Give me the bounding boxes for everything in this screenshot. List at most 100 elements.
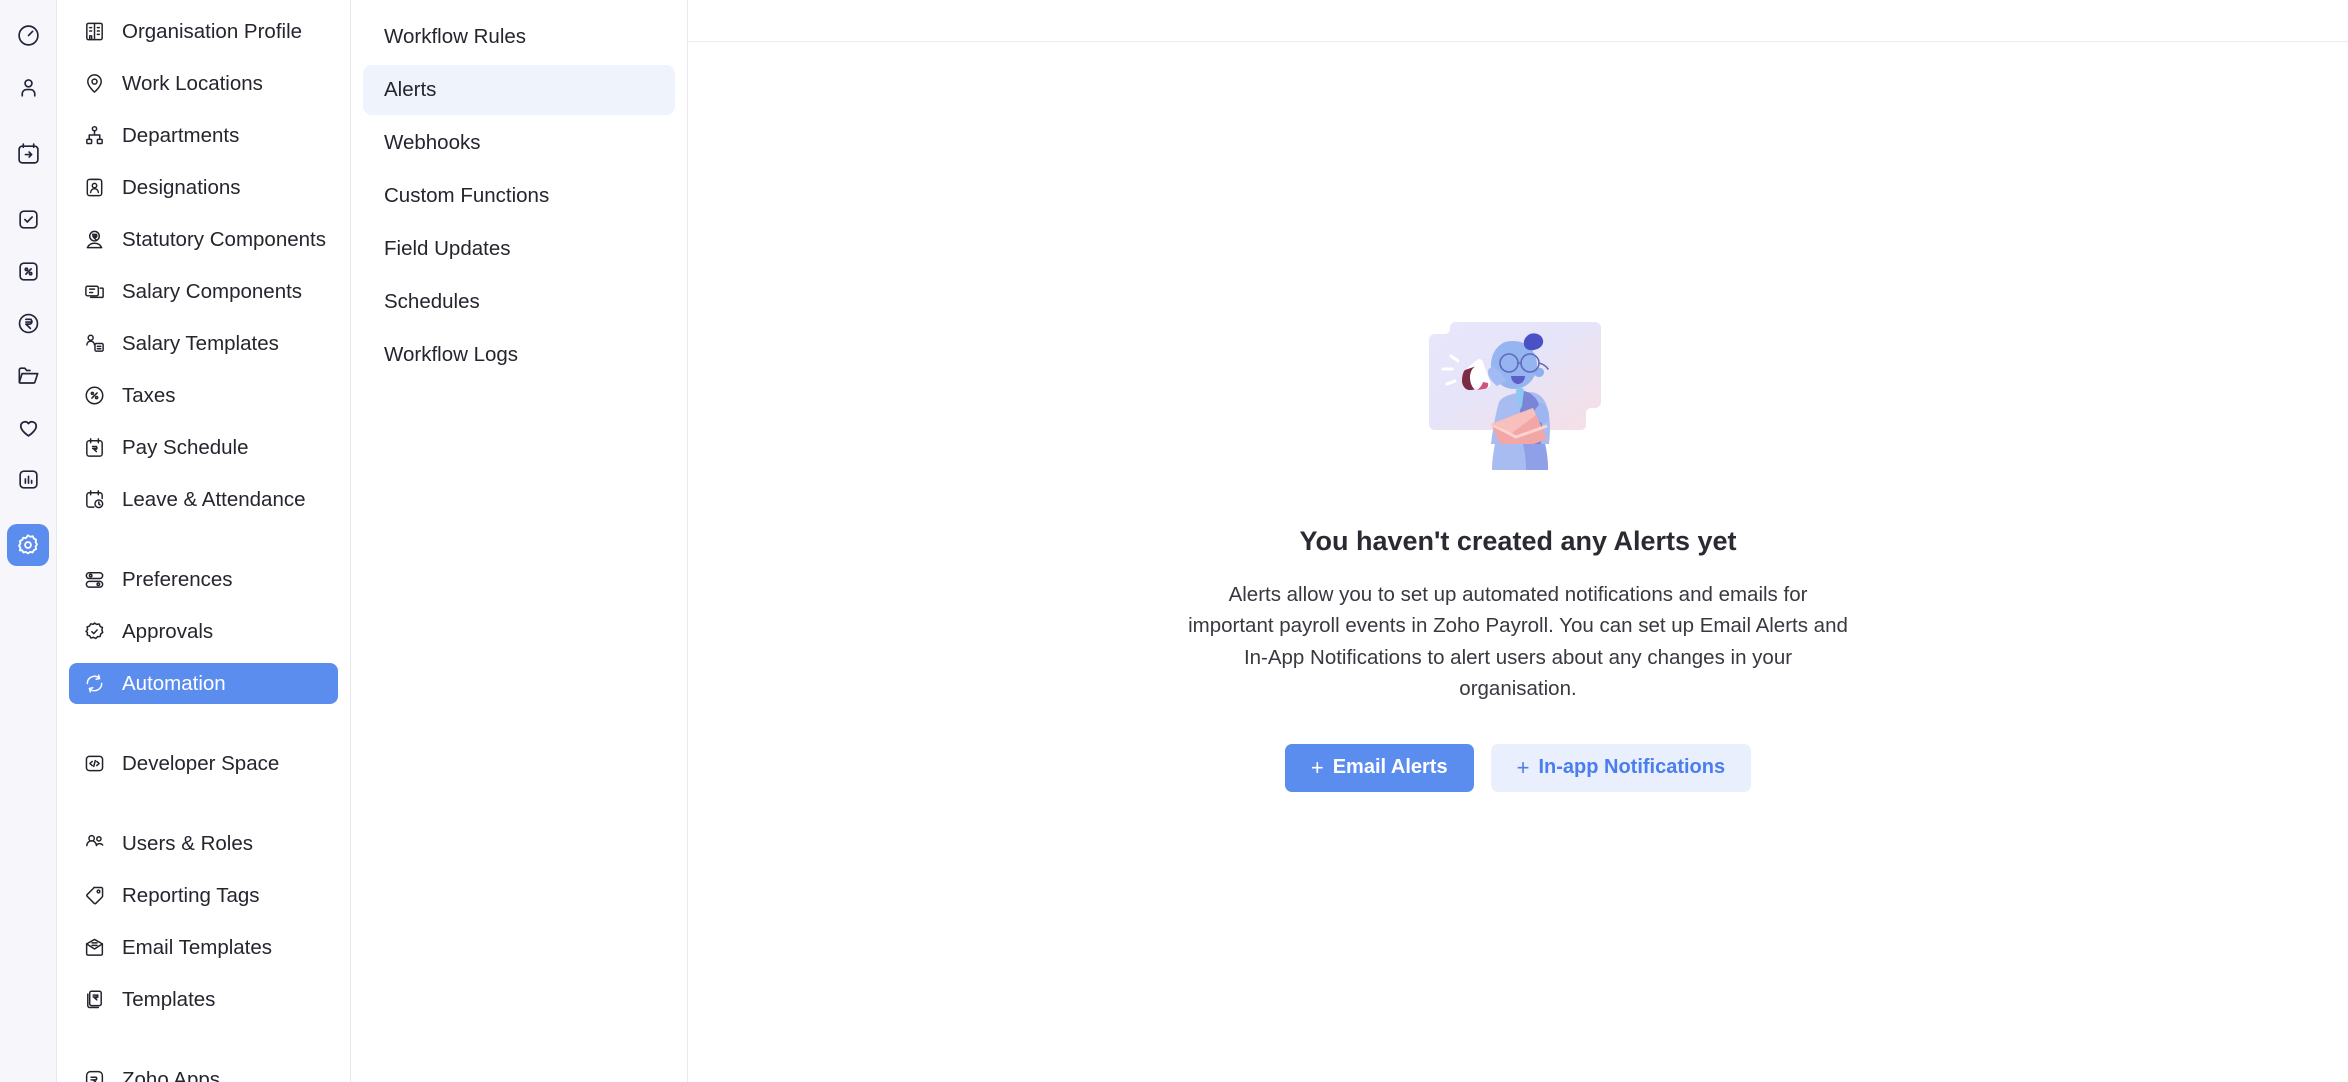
sidebar-item-templates[interactable]: Templates — [69, 979, 338, 1020]
sub-nav-item-alerts[interactable]: Alerts — [363, 65, 675, 115]
sidebar-item-label: Salary Templates — [122, 331, 279, 355]
sidebar-item-label: Reporting Tags — [122, 883, 260, 907]
sidebar-item-preferences[interactable]: Preferences — [69, 559, 338, 600]
sidebar-item-label: Organisation Profile — [122, 19, 303, 43]
calendar-clock-icon — [81, 487, 107, 513]
sidebar-item-label: Statutory Components — [122, 227, 326, 251]
sidebar-item-salary-components[interactable]: Salary Components — [69, 271, 338, 312]
sidebar-item-label: Leave & Attendance — [122, 487, 306, 511]
nav-group-divider — [57, 1031, 350, 1059]
sidebar-item-reporting-tags[interactable]: Reporting Tags — [69, 875, 338, 916]
sub-nav-item-webhooks[interactable]: Webhooks — [363, 118, 675, 168]
check-badge-icon — [81, 619, 107, 645]
map-pin-icon — [81, 71, 107, 97]
sidebar-item-label: Automation — [122, 671, 226, 695]
org-chart-icon — [81, 123, 107, 149]
sidebar-item-label: Taxes — [122, 383, 176, 407]
sub-nav-item-label: Workflow Rules — [384, 25, 527, 48]
settings-icon[interactable] — [7, 524, 49, 566]
sidebar-item-label: Email Templates — [122, 935, 273, 959]
taxes-icon[interactable] — [7, 250, 49, 292]
sidebar-item-email-templates[interactable]: Email Templates — [69, 927, 338, 968]
calendar-rupee-icon — [81, 435, 107, 461]
building-icon — [81, 19, 107, 45]
empty-state-description: Alerts allow you to set up automated not… — [1188, 583, 1848, 700]
sidebar-item-label: Templates — [122, 987, 216, 1011]
sub-nav-item-workflow-logs[interactable]: Workflow Logs — [363, 330, 675, 380]
sub-nav-item-label: Field Updates — [384, 237, 511, 260]
refresh-icon — [81, 671, 107, 697]
sidebar-item-statutory-components[interactable]: Statutory Components — [69, 219, 338, 260]
reports-icon[interactable] — [7, 458, 49, 500]
pay-runs-icon[interactable] — [7, 132, 49, 174]
sidebar-item-users-roles[interactable]: Users & Roles — [69, 823, 338, 864]
sidebar-item-departments[interactable]: Departments — [69, 115, 338, 156]
sidebar-item-label: Users & Roles — [122, 831, 254, 855]
sidebar-item-label: Zoho Apps — [122, 1067, 221, 1082]
dashboard-icon[interactable] — [7, 14, 49, 56]
main-topbar — [688, 0, 2348, 42]
sub-nav-item-field-updates[interactable]: Field Updates — [363, 224, 675, 274]
sidebar-item-label: Pay Schedule — [122, 435, 249, 459]
sidebar-item-zoho-apps[interactable]: Zoho Apps — [69, 1059, 338, 1082]
sidebar-item-pay-schedule[interactable]: Pay Schedule — [69, 427, 338, 468]
sub-nav-item-label: Webhooks — [384, 131, 481, 154]
envelope-icon — [81, 935, 107, 961]
sidebar-item-label: Approvals — [122, 619, 214, 643]
sub-nav-item-custom-functions[interactable]: Custom Functions — [363, 171, 675, 221]
add-inapp-notifications-button[interactable]: + In-app Notifications — [1490, 743, 1752, 792]
code-icon — [81, 751, 107, 777]
sub-nav-item-label: Alerts — [384, 78, 437, 101]
add-inapp-notifications-label: In-app Notifications — [1538, 756, 1726, 779]
person-list-icon — [81, 331, 107, 357]
sidebar-item-label: Salary Components — [122, 279, 303, 303]
cards-icon — [81, 279, 107, 305]
employees-icon[interactable] — [7, 66, 49, 108]
sliders-icon — [81, 567, 107, 593]
approvals-icon[interactable] — [7, 198, 49, 240]
sub-nav-item-label: Schedules — [384, 290, 480, 313]
alerts-empty-state: You haven't created any Alerts yet Alert… — [688, 42, 2348, 1082]
sidebar-item-designations[interactable]: Designations — [69, 167, 338, 208]
sidebar-item-label: Work Locations — [122, 71, 263, 95]
sub-nav-item-schedules[interactable]: Schedules — [363, 277, 675, 327]
id-badge-icon — [81, 175, 107, 201]
sidebar-item-automation[interactable]: Automation — [69, 663, 338, 704]
sidebar-item-leave-attendance[interactable]: Leave & Attendance — [69, 479, 338, 520]
app-root: Organisation Profile Work Locations Depart… — [0, 0, 2348, 1082]
sidebar-item-developer-space[interactable]: Developer Space — [69, 743, 338, 784]
sub-nav-item-label: Custom Functions — [384, 184, 550, 207]
sidebar-item-salary-templates[interactable]: Salary Templates — [69, 323, 338, 364]
sidebar-item-label: Preferences — [122, 567, 233, 591]
nav-group-divider — [57, 531, 350, 559]
sidebar-item-organisation-profile[interactable]: Organisation Profile — [69, 11, 338, 52]
nav-group-divider — [57, 715, 350, 743]
nav-group-divider — [57, 795, 350, 823]
benefits-icon[interactable] — [7, 406, 49, 448]
rupee-person-icon — [81, 227, 107, 253]
users-icon — [81, 831, 107, 857]
alerts-megaphone-illustration — [1413, 310, 1623, 471]
add-email-alerts-button[interactable]: + Email Alerts — [1284, 743, 1474, 792]
plus-icon: + — [1310, 754, 1324, 780]
loans-icon[interactable] — [7, 302, 49, 344]
page-title: You haven't created any Alerts yet — [1299, 526, 1737, 557]
sidebar-item-label: Designations — [122, 175, 241, 199]
sidebar-item-taxes[interactable]: Taxes — [69, 375, 338, 416]
documents-icon[interactable] — [7, 354, 49, 396]
sidebar-item-label: Developer Space — [122, 751, 280, 775]
documents-icon — [81, 987, 107, 1013]
sub-nav-item-label: Workflow Logs — [384, 343, 519, 366]
tag-icon — [81, 883, 107, 909]
sub-nav-item-workflow-rules[interactable]: Workflow Rules — [363, 12, 675, 62]
sidebar-item-label: Departments — [122, 123, 240, 147]
main-content: You haven't created any Alerts yet Alert… — [688, 0, 2348, 1082]
percent-circle-icon — [81, 383, 107, 409]
plus-icon: + — [1516, 754, 1530, 780]
apps-icon — [81, 1067, 107, 1082]
sidebar-item-work-locations[interactable]: Work Locations — [69, 63, 338, 104]
automation-sub-nav: Workflow Rules Alerts Webhooks Custom Funct… — [351, 0, 688, 1082]
empty-state-actions: + Email Alerts + In-app Notifications — [1284, 743, 1752, 792]
settings-nav: Organisation Profile Work Locations Depart… — [57, 0, 351, 1082]
sidebar-item-approvals[interactable]: Approvals — [69, 611, 338, 652]
